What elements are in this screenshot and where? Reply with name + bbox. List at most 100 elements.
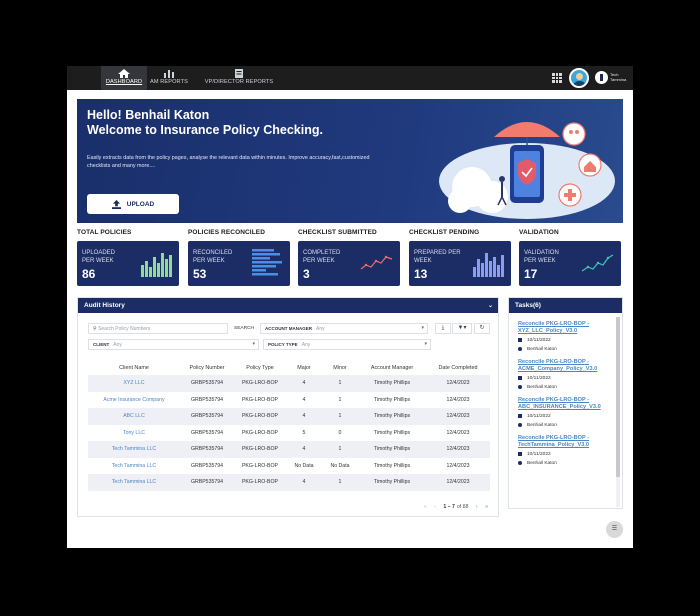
column-header[interactable]: Date Completed [426,361,490,375]
stat-label-line1: VALIDATION [524,250,559,256]
client-name-link[interactable]: ABC LLC [88,408,180,425]
user-icon [518,346,522,351]
client-name-link[interactable]: Tech Tammina LLC [88,474,180,491]
client-name-link[interactable]: Tony LLC [88,425,180,442]
policy-type-select[interactable]: POLICY TYPE Any ▾ [263,339,431,350]
audit-history-panel: Audit History ⌄ ⚲ Search Policy Numbers … [77,297,499,517]
refresh-icon[interactable]: ↻ [474,323,490,334]
first-page-icon[interactable]: « [424,504,427,510]
client-select[interactable]: CLIENT Any ▾ [88,339,259,350]
task-title-link[interactable]: Reconcile PKG-LRO-BOP - ABC_INSURANCE_Po… [518,397,616,411]
account-manager-label: ACCOUNT MANAGER [265,326,312,331]
client-name-link[interactable]: Tech Tammina LLC [88,458,180,475]
client-name-link[interactable]: XYZ LLC [88,375,180,392]
table-row[interactable]: Tech Tammina LLC GRBP535794 PKG-LRO-BOP 4 1 T… [88,441,490,458]
task-user: Benhail Katon [518,346,616,353]
policy-number: GRBP535794 [190,462,223,469]
table-row[interactable]: Tech Tammina LLC GRBP535794 PKG-LRO-BOP 4 1 T… [88,474,490,491]
account-manager-select[interactable]: ACCOUNT MANAGER Any ▾ [260,323,428,334]
stat-label: VALIDATION PER WEEK [524,249,559,265]
search-placeholder: Search Policy Numbers [98,326,151,332]
apps-grid-icon[interactable] [552,73,562,83]
column-header[interactable]: Policy Type [234,361,286,375]
task-date-value: 10/11/2022 [527,414,551,419]
last-page-icon[interactable]: » [485,504,488,510]
tab-vp-director-reports[interactable]: VP/DIRECTOR REPORTS [191,66,287,90]
user-avatar[interactable] [569,68,589,88]
audit-history-header[interactable]: Audit History ⌄ [78,298,498,313]
task-user-value: Benhail Katon [527,461,557,466]
stat-label: RECONCILED PER WEEK [193,249,232,265]
table-row[interactable]: Tony LLC GRBP535794 PKG-LRO-BOP 5 0 Timothy P… [88,425,490,442]
scrollbar-thumb[interactable] [616,317,620,477]
mini-bar-chart-icon [473,253,504,277]
stat-card[interactable]: RECONCILED PER WEEK 53 [188,241,290,286]
upload-button[interactable]: UPLOAD [87,194,179,214]
search-icon: ⚲ [93,326,97,332]
banner-description: Easily extracts data from the policy pag… [87,155,370,169]
policy-type: PKG-LRO-BOP [241,396,279,403]
stat-label-line1: COMPLETED [303,250,341,256]
stat-card[interactable]: UPLOADED PER WEEK 86 [77,241,179,286]
search-button[interactable]: SEARCH [230,323,258,334]
task-date-value: 10/11/2022 [527,338,551,343]
column-header[interactable]: Minor [322,361,358,375]
column-header[interactable]: Policy Number [180,361,234,375]
column-header[interactable]: Major [286,361,322,375]
stat-total-policies: TOTAL POLICIES UPLOADED PER WEEK 86 [77,229,179,286]
audit-history-title: Audit History [84,302,125,309]
tasks-scrollbar[interactable] [616,317,620,507]
floating-menu-icon[interactable]: ☰ [606,521,623,538]
stat-label-line1: PREPARED PER [414,250,461,256]
tab-am-reports[interactable]: AM REPORTS [147,66,191,90]
stat-checklist-submitted: CHECKLIST SUBMITTED COMPLETED PER WEEK 3 [298,229,400,286]
chevron-down-icon[interactable]: ⌄ [488,302,493,309]
column-header[interactable]: Account Manager [358,361,426,375]
task-item: Reconcile PKG-LRO-BOP - ACME_Company_Pol… [518,359,616,391]
table-row[interactable]: XYZ LLC GRBP535794 PKG-LRO-BOP 4 1 Timothy Ph… [88,375,490,392]
prev-page-icon[interactable]: ‹ [434,504,436,510]
stat-label-line1: RECONCILED [193,250,233,256]
task-title-link[interactable]: Reconcile PKG-LRO-BOP - XYZ_LLC_Policy_V… [518,321,616,335]
task-user-value: Benhail Katon [527,347,557,352]
welcome-banner: Hello! Benhail Katon Welcome to Insuranc… [77,99,623,223]
task-item: Reconcile PKG-LRO-BOP - XYZ_LLC_Policy_V… [518,321,616,353]
mini-bar-chart-icon [141,253,172,277]
stat-title: TOTAL POLICIES [77,229,132,236]
policy-type: PKG-LRO-BOP [234,375,286,392]
stat-validation: VALIDATION VALIDATION PER WEEK 17 [519,229,621,286]
stat-card[interactable]: PREPARED PER WEEK 13 [409,241,511,286]
policy-number: GRBP535794 [180,474,234,491]
client-name-link[interactable]: Acme Insurance Company [88,392,180,409]
download-icon[interactable]: ⤓ [435,323,451,334]
brand-logo [595,71,608,84]
next-page-icon[interactable]: › [476,504,478,510]
task-user: Benhail Katon [518,384,616,391]
user-icon [518,422,522,427]
account-manager: Timothy Phillips [358,474,426,491]
task-title-link[interactable]: Reconcile PKG-LRO-BOP - TechTammina_Poli… [518,435,616,449]
minor-count: 1 [322,375,358,392]
task-title-link[interactable]: Reconcile PKG-LRO-BOP - ACME_Company_Pol… [518,359,616,373]
stat-label-line2: PER WEEK [524,258,556,264]
stat-card[interactable]: VALIDATION PER WEEK 17 [519,241,621,286]
account-manager: Timothy Phillips [358,441,426,458]
stat-value: 3 [303,267,310,281]
date-completed: 12/4/2023 [426,441,490,458]
date-completed: 12/4/2023 [426,408,490,425]
stat-title: VALIDATION [519,229,559,236]
table-row[interactable]: Tech Tammina LLC GRBP535794 PKG-LRO-BOP No … [88,458,490,475]
tab-dashboard[interactable]: DASHBOARD [101,66,147,90]
filter-icon[interactable]: ▼▾ [452,323,472,334]
client-name-link[interactable]: Tech Tammina LLC [88,441,180,458]
upload-button-label: UPLOAD [126,200,155,208]
table-row[interactable]: ABC LLC GRBP535794 PKG-LRO-BOP 4 1 Timothy Ph… [88,408,490,425]
stat-label-line1: UPLOADED [82,250,116,256]
stat-label: UPLOADED PER WEEK [82,249,115,265]
table-row[interactable]: Acme Insurance Company GRBP535794 PKG-LRO-… [88,392,490,409]
task-date: 10/11/2022 [518,337,616,344]
tasks-panel: Tasks(6) Reconcile PKG-LRO-BOP - XYZ_LLC… [508,297,623,509]
stat-card[interactable]: COMPLETED PER WEEK 3 [298,241,400,286]
column-header[interactable]: Client Name [88,361,180,375]
search-input[interactable]: ⚲ Search Policy Numbers [88,323,228,334]
